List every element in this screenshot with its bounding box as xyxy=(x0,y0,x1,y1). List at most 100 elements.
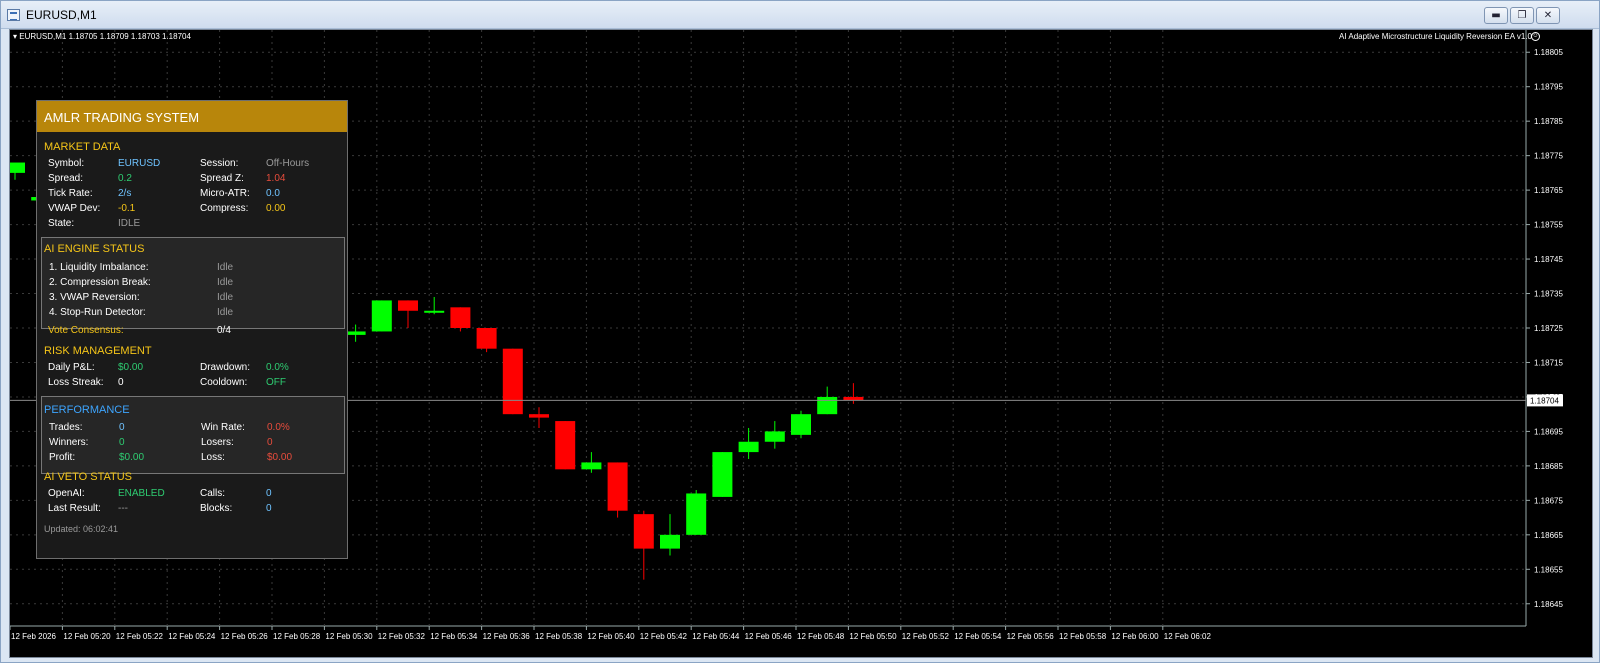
compress-value: 0.00 xyxy=(266,203,286,214)
micro-atr-value: 0.0 xyxy=(266,188,280,199)
engine-row-value: Idle xyxy=(217,277,234,288)
price-tick-label: 1.18755 xyxy=(1534,221,1563,230)
panel-header: AMLR TRADING SYSTEM xyxy=(37,101,347,132)
winners-value: 0 xyxy=(119,437,125,448)
bull-candle-body xyxy=(791,414,811,435)
calls-label: Calls: xyxy=(200,488,226,499)
title-bar[interactable]: EURUSD,M1 ▬ ❐ ✕ xyxy=(1,1,1599,29)
time-tick-label: 12 Feb 05:44 xyxy=(692,632,740,641)
price-tick-label: 1.18795 xyxy=(1534,83,1563,92)
bear-candle-body xyxy=(398,300,418,311)
time-tick-label: 12 Feb 05:30 xyxy=(325,632,373,641)
bull-candle-body xyxy=(371,300,392,332)
close-button[interactable]: ✕ xyxy=(1536,7,1560,24)
profit-value: $0.00 xyxy=(119,452,145,463)
symbol-value: EURUSD xyxy=(118,158,161,169)
price-tick-label: 1.18685 xyxy=(1534,462,1563,471)
price-tick-label: 1.18775 xyxy=(1534,152,1563,161)
calls-value: 0 xyxy=(266,488,272,499)
bear-candle-body xyxy=(450,307,471,328)
bear-candle-body xyxy=(502,348,523,415)
bear-candle-body xyxy=(843,396,864,401)
price-tick-label: 1.18675 xyxy=(1534,496,1563,505)
price-tick-label: 1.18655 xyxy=(1534,565,1563,574)
bull-candle-body xyxy=(10,162,25,173)
performance-title: PERFORMANCE xyxy=(44,404,130,416)
minimize-icon: ▬ xyxy=(1491,10,1501,21)
symbol-info-line: ▾ EURUSD,M1 1.18705 1.18709 1.18703 1.18… xyxy=(13,32,191,41)
time-tick-label: 12 Feb 06:02 xyxy=(1164,632,1212,641)
minimize-button[interactable]: ▬ xyxy=(1484,7,1508,24)
restore-icon: ❐ xyxy=(1517,10,1527,21)
ai-veto-title: AI VETO STATUS xyxy=(44,471,133,483)
engine-row-label: 2. Compression Break: xyxy=(49,277,151,288)
time-tick-label: 12 Feb 05:50 xyxy=(849,632,897,641)
time-tick-label: 12 Feb 05:56 xyxy=(1007,632,1055,641)
bear-candle-body xyxy=(607,462,628,511)
cooldown-value: OFF xyxy=(266,377,286,388)
price-tick-label: 1.18725 xyxy=(1534,324,1563,333)
time-tick-label: 12 Feb 05:48 xyxy=(797,632,845,641)
state-value: IDLE xyxy=(118,218,141,229)
time-tick-label: 12 Feb 05:20 xyxy=(63,632,111,641)
losers-value: 0 xyxy=(267,437,273,448)
price-tick-label: 1.18765 xyxy=(1534,186,1563,195)
time-tick-label: 12 Feb 05:42 xyxy=(640,632,688,641)
vwap-dev-value: -0.1 xyxy=(118,203,136,214)
blocks-label: Blocks: xyxy=(200,503,233,514)
trades-label: Trades: xyxy=(49,422,83,433)
amlr-dashboard-panel: AMLR TRADING SYSTEM MARKET DATA Symbol: … xyxy=(36,100,348,559)
updated-timestamp: Updated: 06:02:41 xyxy=(44,524,119,534)
ai-engine-box: AI ENGINE STATUS 1. Liquidity Imbalance:… xyxy=(41,237,345,329)
openai-value: ENABLED xyxy=(118,488,165,499)
time-tick-label: 12 Feb 05:22 xyxy=(116,632,164,641)
restore-button[interactable]: ❐ xyxy=(1510,7,1534,24)
vote-consensus-value: 0/4 xyxy=(217,325,231,336)
time-tick-label: 12 Feb 05:32 xyxy=(378,632,426,641)
win-rate-value: 0.0% xyxy=(267,422,290,433)
ea-smiley-icon[interactable]: ☺ xyxy=(1531,32,1540,41)
time-tick-label: 12 Feb 06:00 xyxy=(1111,632,1159,641)
last-result-value: --- xyxy=(118,503,128,514)
time-tick-label: 12 Feb 05:34 xyxy=(430,632,478,641)
price-tick-label: 1.18785 xyxy=(1534,117,1563,126)
time-tick-label: 12 Feb 05:52 xyxy=(902,632,950,641)
time-tick-label: 12 Feb 05:28 xyxy=(273,632,321,641)
vote-consensus-label: Vote Consensus: xyxy=(48,325,124,336)
price-tick-label: 1.18735 xyxy=(1534,290,1563,299)
tick-rate-value: 2/s xyxy=(118,188,132,199)
ai-engine-title: AI ENGINE STATUS xyxy=(44,243,145,255)
spread-label: Spread: xyxy=(48,173,84,184)
spread-z-label: Spread Z: xyxy=(200,173,244,184)
daily-pnl-value: $0.00 xyxy=(118,362,144,373)
engine-row-value: Idle xyxy=(217,262,234,273)
bull-candle-body xyxy=(764,431,785,442)
ea-name-label: AI Adaptive Microstructure Liquidity Rev… xyxy=(1339,32,1532,41)
chart-window-icon xyxy=(7,9,20,21)
performance-box: PERFORMANCE Trades: 0 Win Rate: 0.0% Win… xyxy=(41,396,345,474)
loss-value: $0.00 xyxy=(267,452,293,463)
time-tick-label: 12 Feb 05:36 xyxy=(483,632,531,641)
symbol-label: Symbol: xyxy=(48,158,85,169)
time-tick-label: 12 Feb 05:24 xyxy=(168,632,216,641)
engine-row-label: 3. VWAP Reversion: xyxy=(49,292,140,303)
daily-pnl-label: Daily P&L: xyxy=(48,362,95,373)
market-data-title: MARKET DATA xyxy=(44,141,121,153)
bull-candle-body xyxy=(817,396,838,415)
loss-streak-value: 0 xyxy=(118,377,124,388)
blocks-value: 0 xyxy=(266,503,272,514)
terminal-window: EURUSD,M1 ▬ ❐ ✕ 1.18805 1.18795 1.18785 1.1… xyxy=(0,0,1600,663)
bear-candle-body xyxy=(555,421,576,470)
drawdown-label: Drawdown: xyxy=(200,362,251,373)
risk-management-title: RISK MANAGEMENT xyxy=(44,345,152,357)
time-tick-label: 12 Feb 05:40 xyxy=(587,632,635,641)
price-chart[interactable]: 1.18805 1.18795 1.18785 1.18775 1.18765 1.187… xyxy=(9,29,1593,658)
current-price-label: 1.18704 xyxy=(1530,396,1559,405)
price-tick-label: 1.18805 xyxy=(1534,48,1563,57)
engine-row-value: Idle xyxy=(217,292,234,303)
loss-label: Loss: xyxy=(201,452,225,463)
close-icon: ✕ xyxy=(1543,10,1553,21)
engine-row-label: 1. Liquidity Imbalance: xyxy=(49,262,149,273)
win-rate-label: Win Rate: xyxy=(201,422,245,433)
cooldown-label: Cooldown: xyxy=(200,377,248,388)
